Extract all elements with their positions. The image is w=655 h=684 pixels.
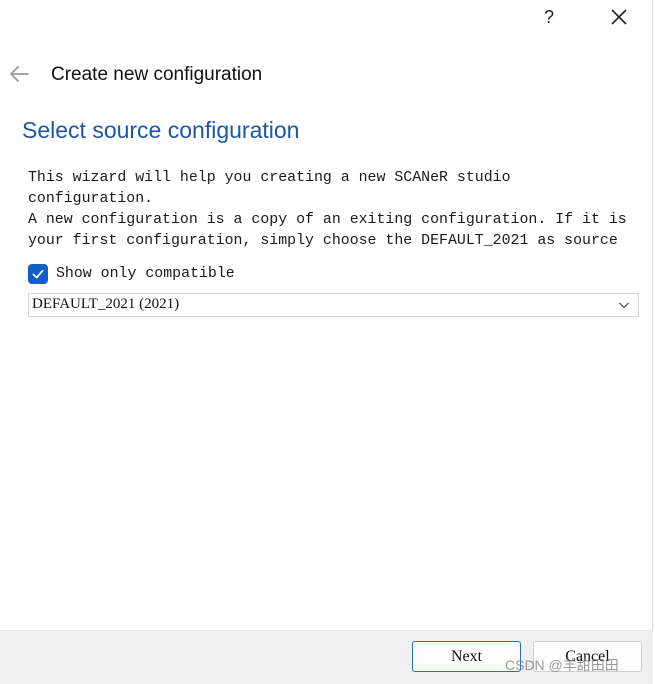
wizard-window: ? Create new configuration Select source… (0, 0, 653, 684)
show-compatible-row[interactable]: Show only compatible (28, 263, 235, 285)
description-line: your first configuration, simply choose … (28, 233, 618, 249)
page-title: Select source configuration (22, 117, 300, 143)
wizard-header: Create new configuration (0, 56, 653, 96)
arrow-left-icon[interactable] (8, 63, 30, 85)
help-label: ? (543, 6, 554, 27)
source-configuration-select[interactable]: DEFAULT_2021 (2021) (28, 293, 639, 317)
show-compatible-checkbox[interactable] (28, 264, 48, 284)
title-bar: ? (0, 0, 653, 36)
description-line: configuration. (28, 191, 154, 207)
close-button[interactable] (596, 0, 642, 34)
chevron-down-icon (619, 302, 629, 309)
help-button[interactable]: ? (526, 0, 572, 34)
selected-configuration: DEFAULT_2021 (2021) (32, 296, 180, 312)
checkmark-icon (32, 269, 44, 279)
wizard-title: Create new configuration (51, 64, 263, 85)
close-icon (611, 9, 627, 25)
description-line: This wizard will help you creating a new… (28, 170, 511, 186)
description: This wizard will help you creating a new… (28, 168, 643, 252)
watermark: CSDN @羊甜田田 (505, 657, 619, 673)
description-line: A new configuration is a copy of an exit… (28, 212, 627, 228)
show-compatible-label[interactable]: Show only compatible (56, 266, 235, 282)
